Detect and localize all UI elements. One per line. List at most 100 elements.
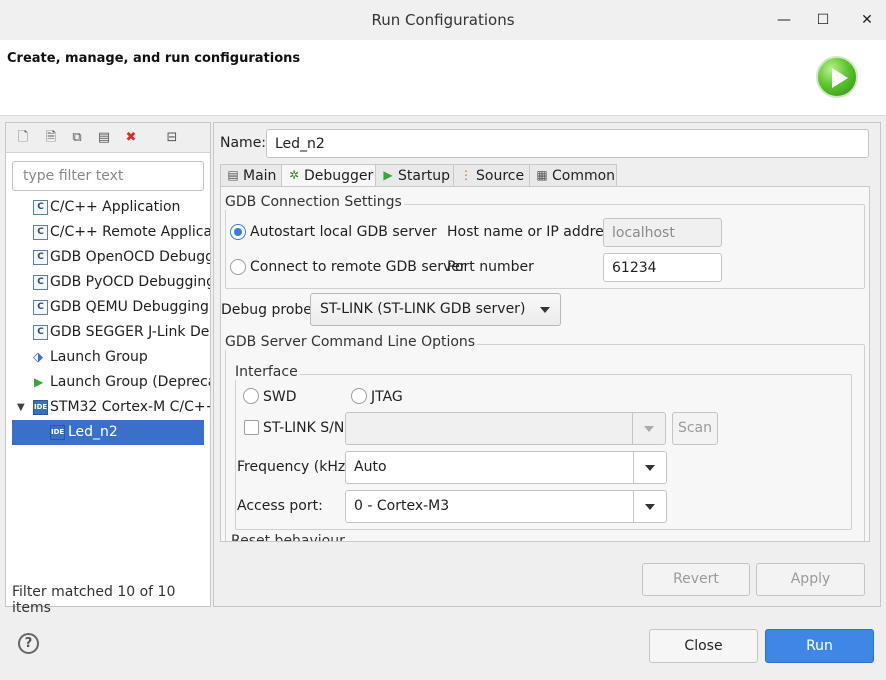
config-tabs: ▤ Main ✲ Debugger ▶ Startup ⋮ Source ▦ C… — [220, 164, 870, 188]
tree-item-cpp-application[interactable]: C C/C++ Application — [6, 195, 210, 220]
stlink-sn-select[interactable] — [345, 412, 666, 445]
revert-button[interactable]: Revert — [642, 563, 750, 596]
c-config-icon: C — [33, 300, 48, 315]
tab-common[interactable]: ▦ Common — [529, 164, 617, 187]
autostart-label[interactable]: Autostart local GDB server — [250, 224, 437, 240]
config-toolbar: 🗋 🗎 ⧉ ▤ ✖ ⊟ — [6, 123, 210, 153]
ide-icon: IDE — [50, 425, 65, 440]
tab-debugger[interactable]: ✲ Debugger — [281, 164, 376, 188]
swd-label[interactable]: SWD — [263, 389, 297, 405]
title-bar: Run Configurations — ☐ ✕ — [0, 0, 886, 40]
tree-item-label: STM32 Cortex-M C/C++ Application — [50, 399, 210, 415]
duplicate-config-icon[interactable]: ⧉ — [68, 129, 86, 147]
launch-group-deprecated-icon: ▶ — [34, 375, 44, 389]
debugger-tab-content: GDB Connection Settings Autostart local … — [220, 186, 870, 542]
filter-status: Filter matched 10 of 10 items — [12, 584, 176, 616]
jtag-radio[interactable] — [351, 388, 367, 404]
tab-startup[interactable]: ▶ Startup — [375, 164, 454, 187]
host-label: Host name or IP address — [447, 224, 619, 240]
tree-item-gdb-pyocd[interactable]: C GDB PyOCD Debugging — [6, 270, 210, 295]
chevron-down-icon — [644, 426, 654, 432]
frequency-select[interactable]: Auto — [345, 451, 667, 484]
apply-button[interactable]: Apply — [756, 563, 865, 596]
tree-item-gdb-openocd[interactable]: C GDB OpenOCD Debugging — [6, 245, 210, 270]
tree-item-gdb-qemu[interactable]: C GDB QEMU Debugging — [6, 295, 210, 320]
stlink-sn-checkbox[interactable] — [244, 420, 259, 435]
interface-title: Interface — [235, 364, 300, 380]
tree-item-label: Launch Group — [50, 349, 148, 365]
close-button[interactable]: Close — [649, 629, 758, 663]
window-title: Run Configurations — [371, 11, 515, 29]
startup-play-icon: ▶ — [383, 168, 393, 182]
tree-item-label: Led_n2 — [68, 424, 118, 440]
filter-input[interactable] — [12, 161, 204, 191]
run-play-icon — [816, 56, 858, 98]
remote-radio[interactable] — [230, 259, 246, 275]
run-button[interactable]: Run — [765, 629, 874, 663]
access-port-select[interactable]: 0 - Cortex-M3 — [345, 490, 667, 523]
main-tab-icon: ▤ — [227, 168, 239, 182]
dialog-header: Create, manage, and run configurations — [0, 40, 886, 116]
tree-item-label: C/C++ Application — [50, 199, 181, 215]
collapse-all-icon[interactable]: ⊟ — [163, 129, 181, 147]
debugger-bug-icon: ✲ — [288, 168, 300, 182]
host-input[interactable] — [603, 218, 722, 247]
name-label: Name: — [220, 135, 267, 151]
combo-separator — [633, 491, 634, 522]
minimize-button[interactable]: — — [774, 10, 794, 30]
config-list-panel: 🗋 🗎 ⧉ ▤ ✖ ⊟ C C/C++ Application C C/C++ … — [5, 122, 211, 616]
tree-item-led-n2[interactable]: IDE Led_n2 — [12, 420, 204, 445]
c-config-icon: C — [33, 200, 48, 215]
header-title: Create, manage, and run configurations — [7, 51, 301, 66]
jtag-label[interactable]: JTAG — [371, 389, 403, 405]
name-input[interactable] — [266, 129, 869, 158]
chevron-down-icon — [645, 504, 655, 510]
stlink-sn-label[interactable]: ST-LINK S/N — [263, 420, 344, 436]
delete-icon[interactable]: ✖ — [122, 129, 140, 147]
gdb-connection-title: GDB Connection Settings — [225, 194, 404, 210]
close-window-button[interactable]: ✕ — [857, 10, 877, 30]
tree-item-label: GDB OpenOCD Debugging — [50, 249, 210, 265]
tree-item-launch-group[interactable]: ⬗ Launch Group — [6, 345, 210, 370]
reset-behaviour-title: Reset behaviour — [231, 533, 347, 541]
frequency-value: Auto — [354, 459, 387, 475]
tree-item-stm32-cortex-m[interactable]: ▼ IDE STM32 Cortex-M C/C++ Application — [6, 395, 210, 420]
help-icon[interactable]: ? — [18, 633, 39, 654]
debug-probe-select[interactable]: ST-LINK (ST-LINK GDB server) — [310, 293, 561, 326]
tab-label: Debugger — [304, 168, 374, 184]
remote-label[interactable]: Connect to remote GDB server — [250, 259, 466, 275]
config-editor-panel: Name: ▤ Main ✲ Debugger ▶ Startup ⋮ Sour… — [213, 122, 881, 607]
swd-radio[interactable] — [243, 388, 259, 404]
expand-arrow-icon[interactable]: ▼ — [17, 395, 25, 420]
tab-main[interactable]: ▤ Main — [220, 164, 282, 187]
tree-item-label: Launch Group (Deprecated) — [50, 374, 210, 390]
tab-label: Source — [476, 168, 525, 184]
tree-item-launch-group-deprecated[interactable]: ▶ Launch Group (Deprecated) — [6, 370, 210, 395]
maximize-button[interactable]: ☐ — [813, 10, 833, 30]
combo-separator — [632, 413, 633, 444]
autostart-radio[interactable] — [230, 224, 246, 240]
ide-icon: IDE — [33, 400, 48, 415]
tree-item-label: GDB PyOCD Debugging — [50, 274, 210, 290]
tab-label: Startup — [398, 168, 450, 184]
server-options-title: GDB Server Command Line Options — [225, 334, 478, 350]
export-icon[interactable]: ▤ — [95, 129, 113, 147]
c-config-icon: C — [33, 225, 48, 240]
common-icon: ▦ — [536, 168, 548, 182]
tree-item-label: C/C++ Remote Application — [50, 224, 210, 240]
new-prototype-icon[interactable]: 🗎 — [42, 129, 60, 147]
new-config-icon[interactable]: 🗋 — [14, 129, 32, 147]
gdb-connection-group — [225, 204, 865, 289]
scan-button[interactable]: Scan — [672, 412, 718, 445]
launch-group-icon: ⬗ — [33, 350, 43, 365]
chevron-down-icon — [540, 307, 550, 313]
tree-item-gdb-segger-jlink[interactable]: C GDB SEGGER J-Link Debugging — [6, 320, 210, 345]
tab-source[interactable]: ⋮ Source — [453, 164, 530, 187]
access-port-label: Access port: — [237, 498, 323, 514]
c-config-icon: C — [33, 250, 48, 265]
tree-item-cpp-remote-application[interactable]: C C/C++ Remote Application — [6, 220, 210, 245]
port-input[interactable] — [603, 253, 722, 282]
debug-probe-value: ST-LINK (ST-LINK GDB server) — [320, 301, 526, 317]
c-config-icon: C — [33, 325, 48, 340]
tab-label: Common — [552, 168, 616, 184]
